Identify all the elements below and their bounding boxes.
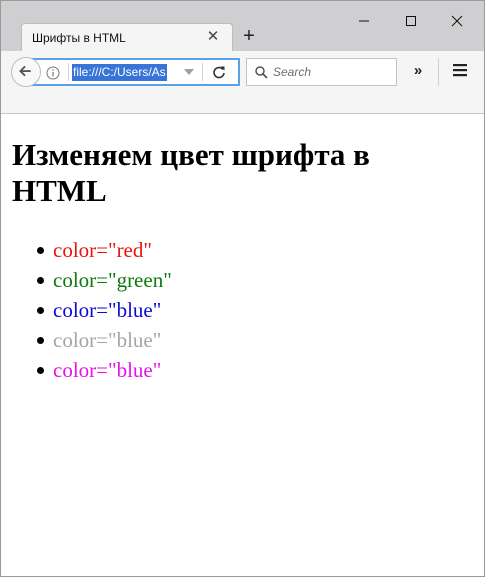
list-item-text: color="blue" [53, 298, 162, 322]
list-item-text: color="red" [53, 238, 152, 262]
info-icon[interactable] [46, 66, 60, 80]
search-bar[interactable]: Search [246, 58, 397, 86]
list-item: color="green" [37, 265, 172, 295]
tab-active[interactable]: Шрифты в HTML ✕ [21, 23, 233, 51]
toolbar-spacer [1, 93, 484, 114]
back-arrow-icon [19, 65, 31, 77]
tab-title: Шрифты в HTML [32, 31, 126, 45]
url-dropdown-chevron-down-icon[interactable] [184, 68, 194, 76]
navigation-bar: file:///C:/Users/As Search » [1, 51, 484, 93]
title-bar: Шрифты в HTML ✕ + [1, 1, 484, 51]
list-item-text: color="green" [53, 268, 172, 292]
bullet [37, 367, 44, 374]
list-item: color="blue" [37, 295, 172, 325]
list-item: color="red" [37, 235, 172, 265]
list-item-text: color="blue" [53, 328, 162, 352]
color-list: color="red" color="green" color="blue" c… [37, 235, 172, 385]
bullet [37, 277, 44, 284]
list-item-text: color="blue" [53, 358, 162, 382]
bullet [37, 247, 44, 254]
list-item: color="blue" [37, 355, 172, 385]
url-separator [68, 63, 69, 81]
bullet [37, 307, 44, 314]
list-item: color="blue" [37, 325, 172, 355]
search-placeholder: Search [273, 65, 312, 79]
window-close-icon[interactable] [446, 11, 468, 31]
url-text[interactable]: file:///C:/Users/As [72, 64, 167, 81]
browser-window: Шрифты в HTML ✕ + file:///C:/Users/As Se… [0, 0, 485, 577]
tab-close-icon[interactable]: ✕ [206, 29, 220, 44]
overflow-double-chevron-icon[interactable]: » [409, 63, 427, 79]
toolbar-separator [438, 58, 439, 86]
address-bar[interactable]: file:///C:/Users/As [31, 58, 240, 86]
hamburger-menu-icon[interactable] [452, 63, 468, 77]
reload-icon[interactable] [212, 65, 226, 79]
new-tab-plus-icon[interactable]: + [240, 26, 258, 46]
url-separator [202, 63, 203, 81]
minimize-icon[interactable] [353, 11, 375, 31]
bullet [37, 337, 44, 344]
search-icon [255, 66, 268, 79]
page-heading: Изменяем цвет шрифта в HTML [12, 137, 370, 208]
back-button[interactable] [11, 57, 41, 87]
maximize-icon[interactable] [400, 11, 422, 31]
page-content: Изменяем цвет шрифта в HTML color="red" … [1, 115, 484, 576]
